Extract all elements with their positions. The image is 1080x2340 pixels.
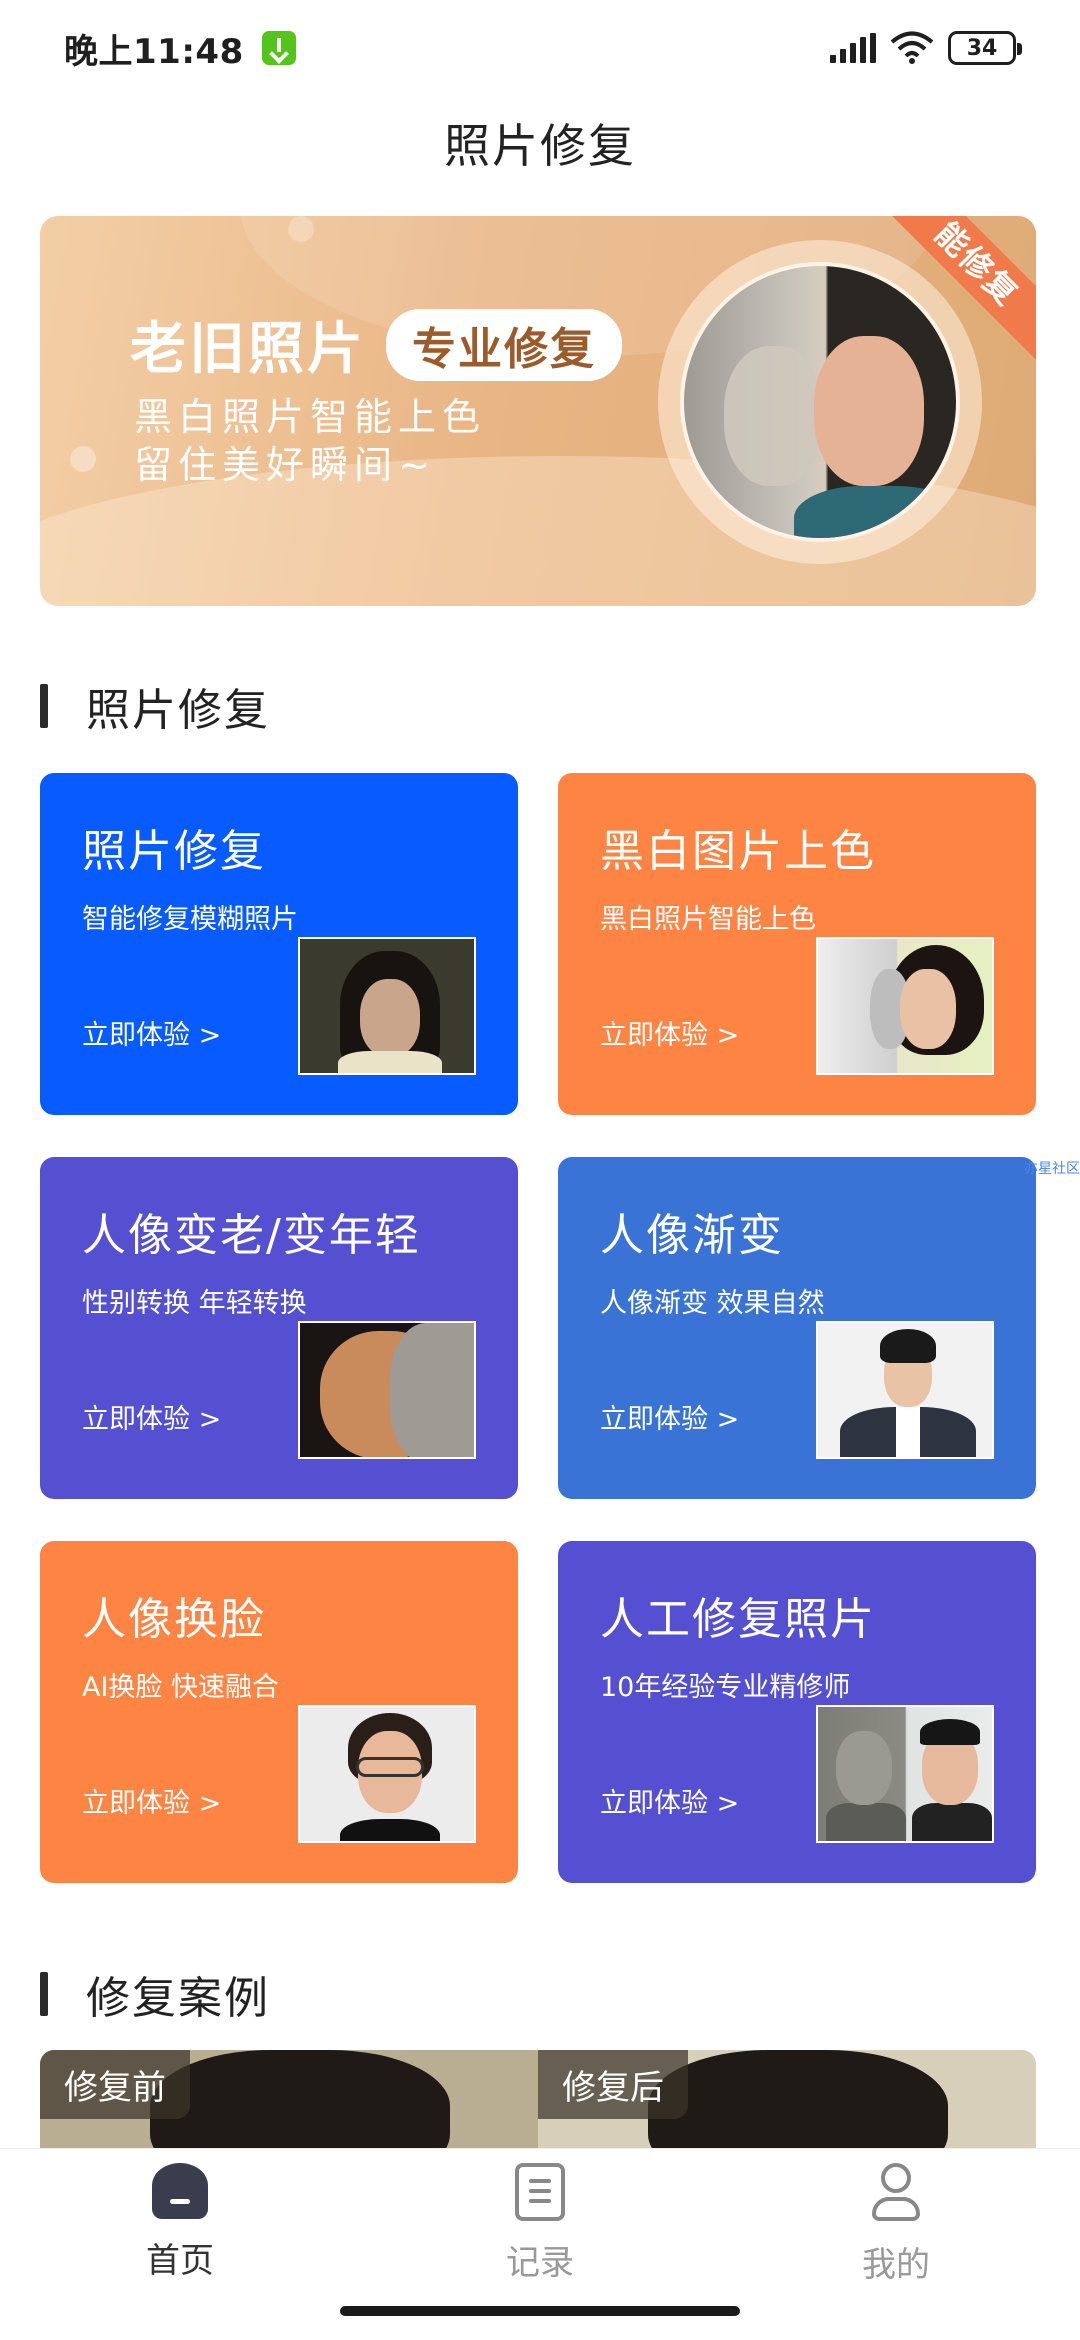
- home-icon: [152, 2163, 208, 2219]
- try-now-link[interactable]: 立即体验 >: [82, 1781, 221, 1820]
- card-thumbnail: [298, 1705, 476, 1843]
- card-age-change[interactable]: 人像变老/变年轻 性别转换 年轻转换 立即体验 >: [40, 1157, 518, 1499]
- status-time: 晚上11:48: [64, 31, 244, 72]
- card-description: 性别转换 年轻转换: [82, 1288, 307, 1319]
- banner-portrait: [658, 240, 982, 564]
- try-now-link[interactable]: 立即体验 >: [600, 1013, 739, 1052]
- try-now-link[interactable]: 立即体验 >: [82, 1013, 221, 1052]
- card-face-swap[interactable]: 人像换脸 AI换脸 快速融合 立即体验 >: [40, 1541, 518, 1883]
- card-description: 黑白照片智能上色: [600, 904, 816, 935]
- record-icon: [515, 2163, 565, 2221]
- card-portrait-gradient[interactable]: 人像渐变 人像渐变 效果自然 立即体验 >: [558, 1157, 1036, 1499]
- banner-heading: 老旧照片 专业修复: [130, 304, 622, 385]
- card-title: 照片修复: [82, 826, 266, 877]
- nav-label: 首页: [146, 2241, 214, 2281]
- card-description: 人像渐变 效果自然: [600, 1288, 825, 1319]
- wifi-icon: [890, 31, 934, 64]
- try-now-link[interactable]: 立即体验 >: [82, 1397, 221, 1436]
- section-title-text: 照片修复: [86, 685, 270, 736]
- card-manual-repair[interactable]: 人工修复照片 10年经验专业精修师 立即体验 >: [558, 1541, 1036, 1883]
- banner-pill: 专业修复: [386, 308, 622, 381]
- case-before-label: 修复前: [40, 2050, 190, 2119]
- page-title: 照片修复: [444, 119, 636, 173]
- banner-subtitle: 黑白照片智能上色: [134, 395, 487, 439]
- section-bar: [40, 1972, 48, 2016]
- nav-record[interactable]: 记录: [440, 2163, 640, 2284]
- nav-label: 我的: [862, 2245, 930, 2285]
- home-indicator[interactable]: [340, 2306, 740, 2316]
- card-title: 人像换脸: [82, 1594, 266, 1645]
- try-now-link[interactable]: 立即体验 >: [600, 1397, 739, 1436]
- card-thumbnail: [816, 1705, 994, 1843]
- case-before: 修复前: [40, 2050, 538, 2150]
- section-title-text: 修复案例: [86, 1973, 270, 2024]
- card-thumbnail: [298, 937, 476, 1075]
- before-after-portrait: [680, 262, 960, 542]
- card-title: 人工修复照片: [600, 1594, 876, 1645]
- card-title: 人像渐变: [600, 1210, 784, 1261]
- section-bar: [40, 684, 48, 728]
- card-description: 智能修复模糊照片: [82, 904, 298, 935]
- collar: [794, 486, 956, 538]
- download-notification-icon: [261, 31, 296, 65]
- old-face: [724, 346, 824, 486]
- case-after-label: 修复后: [538, 2050, 688, 2119]
- section-title-repair: 照片修复: [40, 674, 270, 738]
- section-title-cases: 修复案例: [40, 1962, 270, 2026]
- card-description: 10年经验专业精修师: [600, 1672, 851, 1703]
- cellular-signal-icon: [830, 33, 876, 63]
- status-bar: 晚上11:48 34: [0, 0, 1080, 96]
- nav-label: 记录: [506, 2243, 574, 2283]
- watermark: 亦星社区: [1024, 1161, 1080, 1177]
- repair-case-preview[interactable]: 修复前 修复后: [40, 2050, 1036, 2150]
- card-title: 黑白图片上色: [600, 826, 876, 877]
- card-description: AI换脸 快速融合: [82, 1672, 280, 1703]
- banner-decoration: [70, 446, 96, 472]
- promo-banner[interactable]: 老旧照片 专业修复 黑白照片智能上色 留住美好瞬间~ 能修复: [40, 216, 1036, 606]
- banner-title: 老旧照片: [130, 317, 366, 382]
- card-title: 人像变老/变年轻: [82, 1210, 421, 1261]
- banner-subtitle: 留住美好瞬间~: [134, 443, 436, 487]
- card-photo-repair[interactable]: 照片修复 智能修复模糊照片 立即体验 >: [40, 773, 518, 1115]
- nav-mine[interactable]: 我的: [796, 2163, 996, 2286]
- nav-home[interactable]: 首页: [80, 2163, 280, 2282]
- case-after: 修复后: [538, 2050, 1036, 2150]
- restored-face: [814, 336, 924, 486]
- profile-icon: [868, 2163, 924, 2223]
- card-colorize[interactable]: 黑白图片上色 黑白照片智能上色 立即体验 >: [558, 773, 1036, 1115]
- banner-decoration: [288, 216, 314, 242]
- try-now-link[interactable]: 立即体验 >: [600, 1781, 739, 1820]
- card-thumbnail: [298, 1321, 476, 1459]
- card-thumbnail: [816, 1321, 994, 1459]
- card-thumbnail: [816, 937, 994, 1075]
- battery-icon: 34: [948, 31, 1022, 65]
- status-indicators: 34: [830, 31, 1022, 65]
